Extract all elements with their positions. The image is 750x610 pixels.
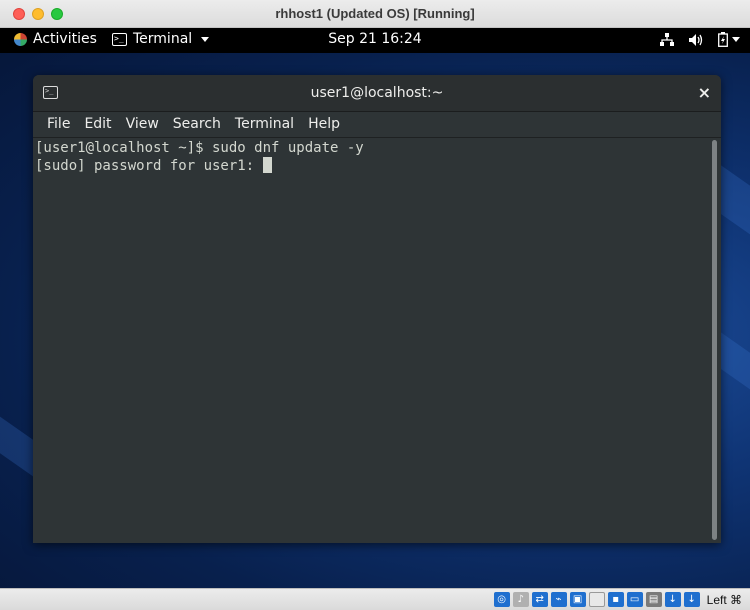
display-icon[interactable]	[588, 592, 605, 607]
activities-label: Activities	[33, 31, 97, 47]
vbox-statusbar: ◎ ♪ ⇄ ⌁ ▣ ▪ ▭ ▤ ↓ ↓ Left ⌘	[0, 588, 750, 610]
app-menu-button[interactable]: >_ Terminal	[112, 31, 210, 47]
gnome-topbar: Activities >_ Terminal Sep 21 16:24	[0, 28, 750, 53]
cpu-icon[interactable]: ▤	[645, 592, 662, 607]
activities-button[interactable]: Activities	[14, 31, 97, 47]
menu-terminal[interactable]: Terminal	[228, 112, 301, 137]
volume-icon	[689, 33, 703, 46]
recording-icon[interactable]: ▭	[626, 592, 643, 607]
menu-edit[interactable]: Edit	[77, 112, 118, 137]
terminal-output[interactable]: [user1@localhost ~]$ sudo dnf update -y …	[33, 138, 721, 543]
clock-button[interactable]: Sep 21 16:24	[328, 31, 421, 47]
terminal-line: [user1@localhost ~]$ sudo dnf update -y	[35, 140, 364, 156]
chevron-down-icon	[201, 36, 210, 42]
mouse-integration-icon[interactable]: ↓	[664, 592, 681, 607]
audio-icon[interactable]: ♪	[512, 592, 529, 607]
menu-help[interactable]: Help	[301, 112, 347, 137]
terminal-scrollbar[interactable]	[710, 140, 719, 540]
text-cursor	[262, 157, 272, 173]
shared-folder-icon[interactable]: ▣	[569, 592, 586, 607]
close-icon[interactable]: ×	[698, 83, 711, 102]
network-adapter-icon[interactable]: ⇄	[531, 592, 548, 607]
scrollbar-thumb[interactable]	[712, 140, 717, 540]
terminal-app-icon: >_	[112, 32, 127, 46]
host-key-label: Left ⌘	[706, 592, 742, 607]
host-window-title: rhhost1 (Updated OS) [Running]	[275, 6, 475, 21]
terminal-menubar: File Edit View Search Terminal Help	[33, 112, 721, 138]
menu-view[interactable]: View	[119, 112, 166, 137]
host-titlebar: rhhost1 (Updated OS) [Running]	[0, 0, 750, 28]
terminal-headerbar[interactable]: >_ user1@localhost:~ ×	[33, 75, 721, 112]
menu-file[interactable]: File	[40, 112, 77, 137]
app-menu-label: Terminal	[133, 31, 193, 47]
activities-logo-icon	[14, 32, 27, 46]
terminal-window: >_ user1@localhost:~ × File Edit View Se…	[33, 75, 721, 543]
keyboard-capture-icon[interactable]: ↓	[683, 592, 700, 607]
guest-desktop: Activities >_ Terminal Sep 21 16:24 >_ u…	[0, 28, 750, 588]
usb-icon[interactable]: ⌁	[550, 592, 567, 607]
terminal-line: [sudo] password for user1:	[35, 158, 263, 174]
battery-icon	[718, 32, 728, 47]
video-capture-icon[interactable]: ▪	[607, 592, 624, 607]
optical-drive-icon[interactable]: ◎	[493, 592, 510, 607]
menu-search[interactable]: Search	[166, 112, 228, 137]
network-icon	[660, 32, 674, 46]
chevron-down-icon	[732, 37, 740, 42]
system-tray[interactable]	[660, 32, 740, 47]
terminal-window-title: user1@localhost:~	[310, 85, 444, 101]
